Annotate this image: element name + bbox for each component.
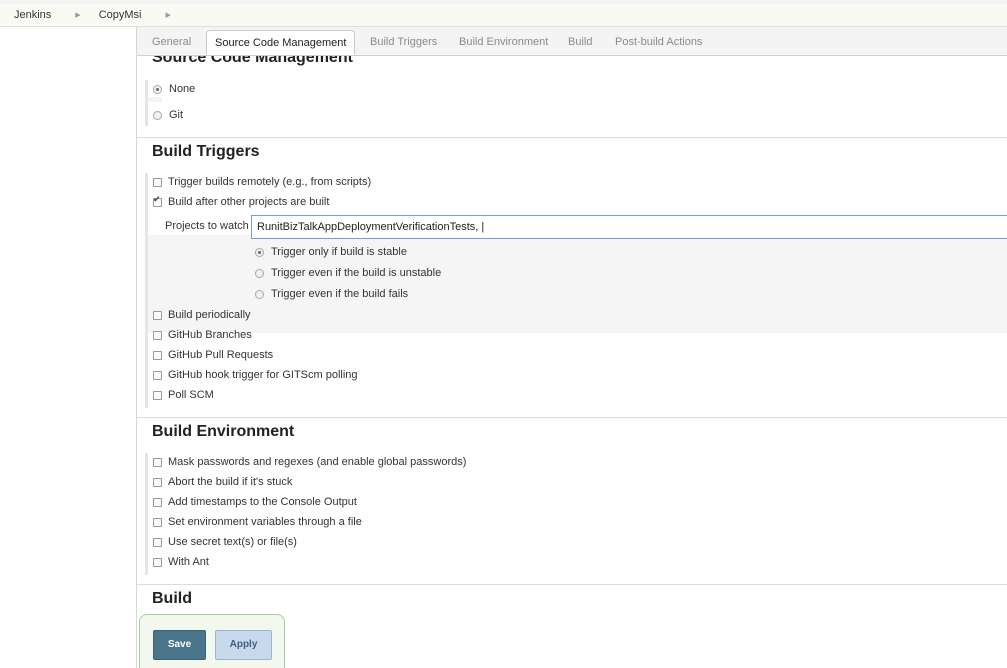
job-config-panel: General Source Code Management Build Tri…	[136, 27, 1007, 668]
github-hook-trigger-row[interactable]: GitHub hook trigger for GITScm polling	[153, 369, 358, 381]
save-apply-bar: Save Apply	[139, 614, 285, 668]
build-periodically-row[interactable]: Build periodically	[153, 309, 251, 321]
github-hook-trigger-label: GitHub hook trigger for GITScm polling	[168, 369, 358, 381]
abort-if-stuck-checkbox[interactable]	[153, 477, 162, 487]
tab-build-triggers[interactable]: Build Triggers	[370, 36, 437, 48]
github-branches-checkbox[interactable]	[153, 330, 162, 340]
scm-divider	[148, 97, 162, 102]
mask-passwords-checkbox[interactable]	[153, 457, 162, 467]
trigger-unstable-radio[interactable]	[255, 268, 264, 278]
add-timestamps-checkbox[interactable]	[153, 497, 162, 507]
breadcrumb-jenkins[interactable]: Jenkins	[0, 9, 51, 21]
github-branches-label: GitHub Branches	[168, 329, 252, 341]
set-env-vars-checkbox[interactable]	[153, 517, 162, 527]
set-env-vars-row[interactable]: Set environment variables through a file	[153, 516, 362, 528]
trigger-unstable-row[interactable]: Trigger even if the build is unstable	[255, 267, 441, 279]
add-timestamps-label: Add timestamps to the Console Output	[168, 496, 357, 508]
build-after-other-label: Build after other projects are built	[168, 196, 330, 208]
build-after-other-checkbox[interactable]	[153, 195, 162, 207]
tab-general[interactable]: General	[152, 36, 191, 48]
projects-to-watch-input[interactable]	[251, 215, 1007, 239]
poll-scm-label: Poll SCM	[168, 389, 214, 401]
mask-passwords-label: Mask passwords and regexes (and enable g…	[168, 456, 467, 468]
abort-if-stuck-label: Abort the build if it's stuck	[168, 476, 293, 488]
github-hook-trigger-checkbox[interactable]	[153, 370, 162, 380]
scm-option-git[interactable]: Git	[153, 109, 183, 121]
build-triggers-title: Build Triggers	[152, 143, 260, 160]
trigger-fails-label: Trigger even if the build fails	[271, 288, 409, 300]
trigger-stable-radio[interactable]	[255, 247, 264, 257]
trigger-fails-radio[interactable]	[255, 289, 264, 299]
scm-title-clip: Source Code Management	[137, 56, 1007, 68]
environment-group-bar	[145, 453, 148, 575]
trigger-remote-label: Trigger builds remotely (e.g., from scri…	[168, 176, 372, 188]
apply-button[interactable]: Apply	[215, 630, 272, 660]
build-after-other-row[interactable]: Build after other projects are built	[153, 195, 330, 208]
tab-build-environment[interactable]: Build Environment	[459, 36, 548, 48]
abort-if-stuck-row[interactable]: Abort the build if it's stuck	[153, 476, 292, 488]
scm-git-label: Git	[169, 109, 184, 121]
poll-scm-row[interactable]: Poll SCM	[153, 389, 214, 401]
trigger-unstable-label: Trigger even if the build is unstable	[271, 267, 442, 279]
scm-group-bar	[145, 80, 148, 126]
github-pull-requests-label: GitHub Pull Requests	[168, 349, 274, 361]
projects-to-watch-label: Projects to watch	[165, 220, 249, 232]
save-button[interactable]: Save	[153, 630, 206, 660]
github-pull-requests-row[interactable]: GitHub Pull Requests	[153, 349, 273, 361]
scm-none-radio[interactable]	[153, 84, 162, 94]
add-timestamps-row[interactable]: Add timestamps to the Console Output	[153, 496, 357, 508]
set-env-vars-label: Set environment variables through a file	[168, 516, 362, 528]
secret-text-checkbox[interactable]	[153, 537, 162, 547]
breadcrumb: Jenkins ▶ CopyMsi ▶	[0, 4, 1007, 27]
tab-post-build-actions[interactable]: Post-build Actions	[615, 36, 702, 48]
with-ant-label: With Ant	[168, 556, 209, 568]
breadcrumb-arrow-icon[interactable]: ▶	[141, 11, 170, 19]
breadcrumb-copymsi[interactable]: CopyMsi	[81, 9, 142, 21]
trigger-fails-row[interactable]: Trigger even if the build fails	[255, 288, 408, 300]
with-ant-row[interactable]: With Ant	[153, 556, 209, 568]
tab-build[interactable]: Build	[568, 36, 592, 48]
build-environment-title: Build Environment	[152, 423, 295, 440]
section-separator	[137, 137, 1007, 138]
tab-source-code-management[interactable]: Source Code Management	[206, 30, 356, 55]
scm-section-title: Source Code Management	[152, 56, 353, 66]
section-separator	[137, 417, 1007, 418]
scm-git-radio[interactable]	[153, 110, 162, 120]
mask-passwords-row[interactable]: Mask passwords and regexes (and enable g…	[153, 456, 466, 468]
trigger-remote-checkbox[interactable]	[153, 177, 162, 187]
scm-option-none[interactable]: None	[153, 83, 195, 95]
section-separator	[137, 584, 1007, 585]
secret-text-label: Use secret text(s) or file(s)	[168, 536, 297, 548]
trigger-remote-checkbox-row[interactable]: Trigger builds remotely (e.g., from scri…	[153, 176, 371, 188]
github-branches-row[interactable]: GitHub Branches	[153, 329, 252, 341]
build-section-title: Build	[152, 590, 192, 607]
trigger-stable-label: Trigger only if build is stable	[271, 246, 407, 258]
scm-none-label: None	[169, 83, 196, 95]
build-periodically-label: Build periodically	[168, 309, 251, 321]
secret-text-row[interactable]: Use secret text(s) or file(s)	[153, 536, 297, 548]
poll-scm-checkbox[interactable]	[153, 390, 162, 400]
trigger-stable-row[interactable]: Trigger only if build is stable	[255, 246, 407, 258]
config-tabbar: General Source Code Management Build Tri…	[137, 27, 1007, 56]
build-periodically-checkbox[interactable]	[153, 310, 162, 320]
github-pull-requests-checkbox[interactable]	[153, 350, 162, 360]
with-ant-checkbox[interactable]	[153, 557, 162, 567]
breadcrumb-arrow-icon[interactable]: ▶	[51, 11, 80, 19]
